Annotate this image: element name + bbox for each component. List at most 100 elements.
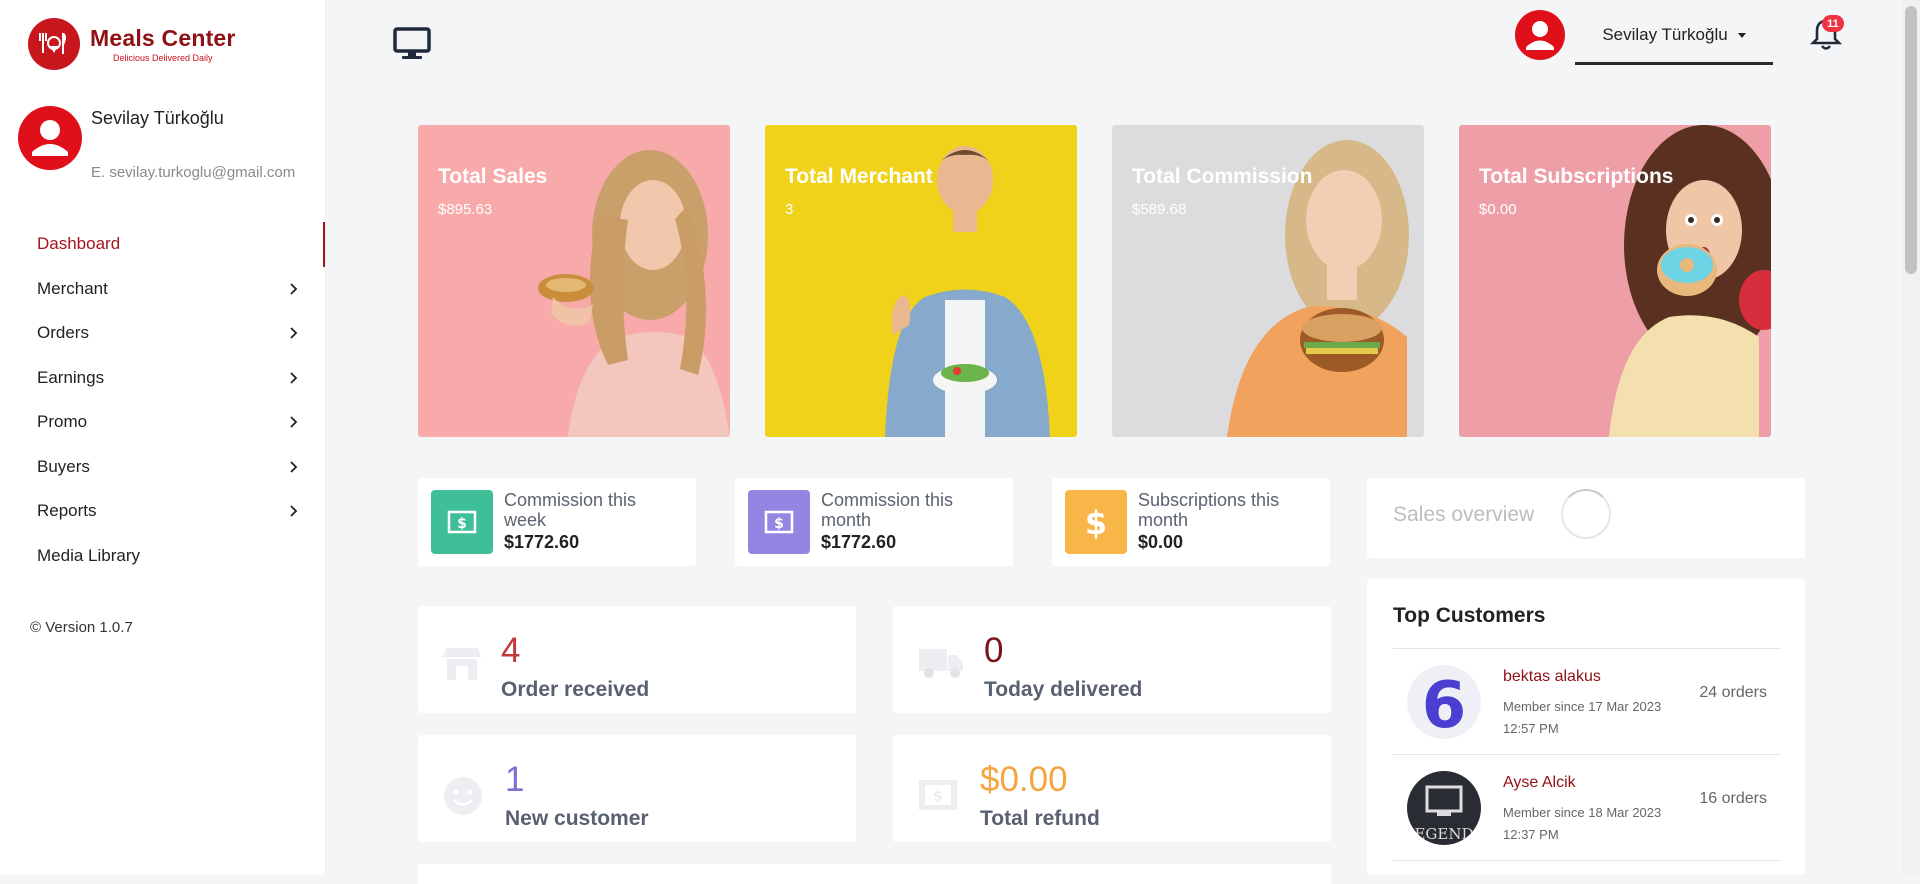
top-customers-title: Top Customers <box>1393 604 1546 627</box>
scrollbar-thumb[interactable] <box>1905 6 1917 274</box>
sidebar-item-label: Merchant <box>37 278 108 298</box>
profile-name: Sevilay Türkoğlu <box>91 108 224 128</box>
content-card <box>418 864 1331 884</box>
chevron-right-icon <box>290 505 298 517</box>
customer-since: Member since 17 Mar 2023 12:57 PM <box>1503 699 1662 736</box>
dollar-icon: $ <box>1065 490 1127 554</box>
hero-value: $895.63 <box>438 201 493 218</box>
divider <box>1393 860 1781 861</box>
svg-text:$: $ <box>457 516 467 532</box>
metric-label: Today delivered <box>984 678 1143 701</box>
chevron-right-icon <box>290 327 298 339</box>
scrollbar[interactable] <box>1902 0 1920 875</box>
commission-week-card: $ Commission this week $1772.60 <box>418 478 696 566</box>
caret-down-icon <box>1737 32 1746 38</box>
hero-title: Total Sales <box>438 165 548 188</box>
mini-stat-label: Commission this week <box>504 490 637 530</box>
chevron-right-icon <box>290 461 298 473</box>
sidebar-item-orders[interactable]: Orders <box>0 311 325 356</box>
customer-orders: 24 orders <box>1699 684 1767 701</box>
notification-badge: 11 <box>1822 15 1844 32</box>
hero-value: $0.00 <box>1479 201 1517 218</box>
hero-title: Total Merchant <box>785 165 933 188</box>
total-sales-card[interactable]: Total Sales $895.63 <box>418 125 730 437</box>
avatar-icon <box>18 106 82 170</box>
sidebar-item-label: Dashboard <box>37 234 121 254</box>
sidebar-nav: Dashboard Merchant Orders Earnings Promo… <box>0 222 325 578</box>
svg-text:$: $ <box>774 516 784 532</box>
svg-text:$: $ <box>933 787 943 805</box>
total-merchant-card[interactable]: Total Merchant 3 <box>765 125 1077 437</box>
order-received-card: 4 Order received <box>418 606 856 713</box>
metric-label: New customer <box>505 807 649 830</box>
customer-row[interactable]: 6 bektas alakus Member since 17 Mar 2023… <box>1393 649 1781 754</box>
chevron-right-icon <box>290 283 298 295</box>
subscriptions-month-card: $ Subscriptions this month $0.00 <box>1052 478 1330 566</box>
sidebar-item-reports[interactable]: Reports <box>0 489 325 534</box>
new-customer-card: 1 New customer <box>418 735 856 842</box>
store-icon <box>443 648 481 680</box>
logo-icon <box>28 18 80 70</box>
top-customers-card: Top Customers 6 bektas alakus Member sin… <box>1367 579 1805 875</box>
customer-row[interactable]: EGEND Ayse Alcik Member since 18 Mar 202… <box>1393 755 1781 860</box>
total-refund-card: $ $0.00 Total refund <box>893 735 1331 842</box>
hero-value: 3 <box>785 201 794 218</box>
sidebar: Meals Center Delicious Delivered Daily S… <box>0 0 326 875</box>
svg-text:$: $ <box>1085 505 1107 539</box>
money-icon: $ <box>748 490 810 554</box>
customer-avatar: EGEND <box>1407 771 1481 845</box>
chevron-right-icon <box>290 416 298 428</box>
money-icon: $ <box>431 490 493 554</box>
profile-email: E. sevilay.turkoglu@gmail.com <box>91 164 296 181</box>
user-menu-toggle[interactable]: Sevilay Türkoğlu <box>1575 8 1773 65</box>
metric-number: 0 <box>984 631 1004 670</box>
user-menu-name: Sevilay Türkoğlu <box>1602 25 1728 44</box>
sidebar-item-dashboard[interactable]: Dashboard <box>0 222 325 267</box>
sidebar-item-label: Buyers <box>37 456 90 476</box>
chevron-right-icon <box>290 372 298 384</box>
customer-since: Member since 18 Mar 2023 12:37 PM <box>1503 805 1662 842</box>
total-commission-card[interactable]: Total Commission $589.68 <box>1112 125 1424 437</box>
loading-spinner-icon <box>1561 489 1611 539</box>
sidebar-item-merchant[interactable]: Merchant <box>0 267 325 312</box>
hero-title: Total Commission <box>1132 165 1313 188</box>
sidebar-item-media-library[interactable]: Media Library <box>0 534 325 579</box>
customer-name[interactable]: bektas alakus <box>1503 668 1601 686</box>
customer-avatar: 6 <box>1407 665 1481 739</box>
mini-stat-label: Commission this month <box>821 490 954 530</box>
brand-tagline: Delicious Delivered Daily <box>113 53 213 63</box>
metric-label: Order received <box>501 678 650 701</box>
brand-name: Meals Center <box>90 25 236 51</box>
mini-stat-value: $1772.60 <box>504 532 580 552</box>
svg-text:6: 6 <box>1422 669 1467 739</box>
metric-number: $0.00 <box>980 760 1068 799</box>
app-version: © Version 1.0.7 <box>30 619 133 636</box>
metric-label: Total refund <box>980 807 1100 830</box>
sidebar-item-label: Promo <box>37 412 88 432</box>
commission-month-card: $ Commission this month $1772.60 <box>735 478 1013 566</box>
avatar-icon <box>1515 10 1565 60</box>
sidebar-item-earnings[interactable]: Earnings <box>0 356 325 401</box>
money-icon: $ <box>919 780 957 810</box>
brand-logo[interactable]: Meals Center Delicious Delivered Daily <box>28 18 236 70</box>
mini-stat-value: $0.00 <box>1138 532 1184 552</box>
sales-overview-label: Sales overview <box>1393 503 1535 526</box>
total-subscriptions-card[interactable]: Total Subscriptions $0.00 <box>1459 125 1771 437</box>
sidebar-item-label: Earnings <box>37 367 105 387</box>
sales-overview-card: Sales overview <box>1367 478 1805 558</box>
sidebar-item-label: Media Library <box>37 545 140 565</box>
svg-text:EGEND: EGEND <box>1414 825 1473 843</box>
sidebar-item-promo[interactable]: Promo <box>0 400 325 445</box>
monitor-icon[interactable] <box>393 27 431 61</box>
truck-icon <box>919 649 963 678</box>
metric-number: 1 <box>505 760 525 799</box>
mini-stat-value: $1772.60 <box>821 532 897 552</box>
hero-value: $589.68 <box>1132 201 1187 218</box>
customer-name[interactable]: Ayse Alcik <box>1503 774 1576 792</box>
sidebar-item-label: Reports <box>37 501 97 521</box>
sidebar-item-buyers[interactable]: Buyers <box>0 445 325 490</box>
smile-icon <box>444 777 482 815</box>
metric-number: 4 <box>501 631 521 670</box>
customer-orders: 16 orders <box>1699 790 1767 807</box>
mini-stat-label: Subscriptions this month <box>1138 490 1280 530</box>
